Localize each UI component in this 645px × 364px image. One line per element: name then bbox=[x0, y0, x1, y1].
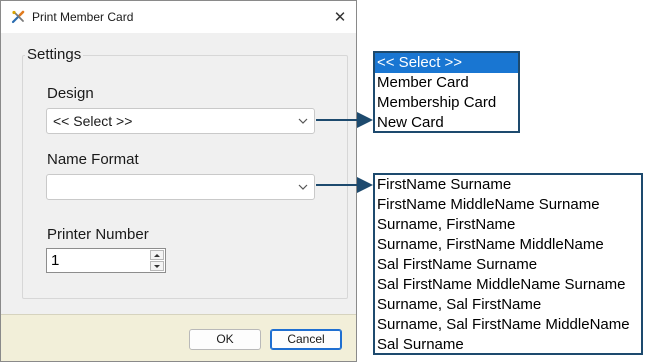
list-item[interactable]: Surname, Sal FirstName bbox=[375, 295, 641, 315]
name-format-options-list: FirstName Surname FirstName MiddleName Su… bbox=[373, 173, 643, 355]
list-item[interactable]: Surname, Sal FirstName MiddleName bbox=[375, 315, 641, 335]
list-item[interactable]: Sal FirstName Surname bbox=[375, 255, 641, 275]
design-options-list: << Select >> Member Card Membership Card Ne… bbox=[373, 51, 520, 133]
list-item[interactable]: FirstName MiddleName Surname bbox=[375, 195, 641, 215]
list-item[interactable]: << Select >> bbox=[375, 53, 518, 73]
list-item[interactable]: New Card bbox=[375, 113, 518, 133]
list-item[interactable]: Sal Surname bbox=[375, 335, 641, 355]
list-item[interactable]: FirstName Surname bbox=[375, 175, 641, 195]
list-item[interactable]: Surname, FirstName MiddleName bbox=[375, 235, 641, 255]
list-item[interactable]: Member Card bbox=[375, 73, 518, 93]
list-item[interactable]: Sal FirstName MiddleName Surname bbox=[375, 275, 641, 295]
list-item[interactable]: Surname, FirstName bbox=[375, 215, 641, 235]
list-item[interactable]: Membership Card bbox=[375, 93, 518, 113]
